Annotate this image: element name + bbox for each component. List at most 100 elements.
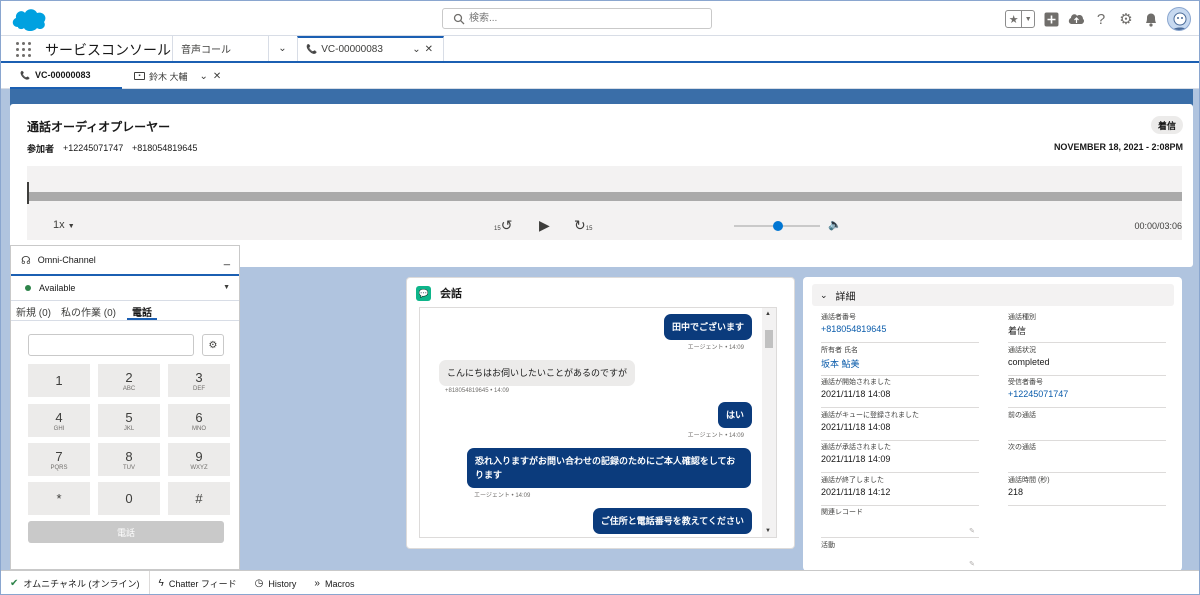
player-title: 通話オーディオプレーヤー xyxy=(27,120,171,134)
play-button[interactable]: ▶ xyxy=(539,217,550,234)
nav-tab-vc-00000083[interactable]: 📞 VC-00000083 ⌄✕ xyxy=(297,36,444,61)
keypad-key[interactable]: # xyxy=(168,482,230,515)
salesforce-logo[interactable] xyxy=(10,5,48,32)
utility-chatter-feed[interactable]: ϟ Chatter フィード xyxy=(150,571,246,594)
search-input[interactable] xyxy=(469,10,699,27)
keypad-key[interactable]: 6 MNO xyxy=(168,404,230,437)
call-button[interactable]: 電話 xyxy=(28,521,224,543)
utility-history[interactable]: ◷ History xyxy=(246,571,306,594)
key-letters: DEF xyxy=(193,385,205,392)
rewind-icon: ↺ xyxy=(500,217,513,233)
key-letters: WXYZ xyxy=(190,464,208,471)
phone-number-input[interactable] xyxy=(28,334,194,356)
chevron-down-icon: ▼ xyxy=(67,223,75,230)
detail-field: 次の通話 xyxy=(1008,442,1166,473)
scroll-up-icon[interactable]: ▲ xyxy=(765,311,771,317)
key-letters: JKL xyxy=(123,425,135,432)
audio-waveform[interactable] xyxy=(27,166,1182,212)
presence-status-select[interactable]: Available ▼ xyxy=(11,276,239,301)
field-value-link[interactable]: +12245071747 xyxy=(1008,389,1166,401)
minimize-icon[interactable]: _ xyxy=(224,254,230,266)
field-value: 2021/11/18 14:09 xyxy=(821,454,891,464)
utility-label: History xyxy=(268,578,297,589)
keypad-key[interactable]: 5 JKL xyxy=(98,404,160,437)
keypad-key[interactable]: 8 TUV xyxy=(98,443,160,476)
phone-icon: 📞 xyxy=(306,44,318,54)
chat-transcript[interactable]: 田中でございます エージェント • 14:09 こんにちはお伺いしたいことがある… xyxy=(419,307,777,538)
key-letters: TUV xyxy=(123,464,135,471)
global-search[interactable] xyxy=(442,8,712,29)
keypad-key[interactable]: 9 WXYZ xyxy=(168,443,230,476)
notifications-bell-icon[interactable] xyxy=(1142,10,1160,28)
utility-bar: ✔ オムニチャネル (オンライン) ϟ Chatter フィード ◷ Histo… xyxy=(1,570,1199,594)
key-digit: 6 xyxy=(195,409,203,425)
utility-omni-channel[interactable]: ✔ オムニチャネル (オンライン) xyxy=(1,571,150,594)
tab-new[interactable]: 新規 (0) xyxy=(11,301,56,320)
keypad-key[interactable]: 0 xyxy=(98,482,160,515)
field-value-link[interactable]: 坂本 鮎美 xyxy=(821,357,979,369)
participant-number: +12245071747 xyxy=(63,143,124,153)
utility-label: オムニチャネル (オンライン) xyxy=(23,579,140,589)
utility-macros[interactable]: » Macros xyxy=(305,571,363,594)
keypad-key[interactable]: 4 GHI xyxy=(28,404,90,437)
subtab-contact[interactable]: ▪ 鈴木 大輔 ⌄✕ xyxy=(134,63,234,89)
field-label: 通話が終了しました xyxy=(821,476,884,484)
tab-my-work[interactable]: 私の作業 (0) xyxy=(56,301,121,320)
chevron-down-icon: ▼ xyxy=(223,284,230,291)
playhead[interactable] xyxy=(27,182,29,204)
waveform-track xyxy=(27,192,1182,201)
skip-forward-button[interactable]: ↻15 xyxy=(574,217,592,234)
subtab-vc-00000083[interactable]: 📞 VC-00000083 xyxy=(10,63,122,89)
chat-icon: 💬 xyxy=(416,285,431,301)
edit-pencil-icon[interactable]: ✎ xyxy=(969,560,975,568)
participants-label: 参加者 xyxy=(27,144,55,154)
skip-back-button[interactable]: 15↺ xyxy=(494,217,512,234)
field-label: 通話がキューに登録されました xyxy=(821,411,919,419)
volume-knob[interactable] xyxy=(773,221,783,231)
field-value-link[interactable]: +818054819645 xyxy=(821,324,979,336)
key-digit: 4 xyxy=(55,409,63,425)
nav-tab-menu-chevron-icon[interactable]: ⌄ xyxy=(268,36,296,61)
keypad-key[interactable]: 7 PQRS xyxy=(28,443,90,476)
clock-icon: ◷ xyxy=(254,578,264,589)
field-label: 通話時間 (秒) xyxy=(1008,476,1050,484)
edit-pencil-icon[interactable]: ✎ xyxy=(969,527,975,535)
detail-field: 前の通話 xyxy=(1008,410,1166,441)
nav-tab-label: VC-00000083 xyxy=(321,44,383,55)
trailhead-cloud-icon[interactable] xyxy=(1067,10,1085,28)
chevron-down-icon[interactable]: ⌄ xyxy=(200,71,213,82)
field-value xyxy=(1008,422,1166,434)
chevron-down-icon[interactable]: ⌄ xyxy=(412,44,424,55)
nav-tab-voice-call[interactable]: 音声コール xyxy=(172,36,268,61)
app-launcher-icon[interactable] xyxy=(16,42,31,57)
gear-icon[interactable]: ⚙ xyxy=(202,334,224,356)
tab-phone[interactable]: 電話 xyxy=(127,301,157,320)
detail-field: 通話が開始されました 2021/11/18 14:08 xyxy=(821,377,979,408)
key-letters: ABC xyxy=(122,385,136,392)
double-chevron-icon: » xyxy=(314,578,320,589)
global-actions-icon[interactable] xyxy=(1042,10,1060,28)
user-avatar[interactable] xyxy=(1167,7,1191,31)
gear-icon[interactable]: ⚙ xyxy=(1117,10,1135,28)
scroll-thumb[interactable] xyxy=(765,330,773,348)
details-section-header[interactable]: ⌄ 詳細 xyxy=(812,284,1174,306)
keypad-key[interactable]: 1 xyxy=(28,364,90,397)
detail-field: 通話が承話されました 2021/11/18 14:09 xyxy=(821,442,979,473)
chat-scrollbar[interactable]: ▲ ▼ xyxy=(762,308,776,537)
field-value: 218 xyxy=(1008,486,1024,497)
subtab-bar: 📞 VC-00000083 ▪ 鈴木 大輔 ⌄✕ xyxy=(1,63,1199,89)
help-icon[interactable]: ? xyxy=(1092,10,1110,28)
favorites-button[interactable]: ★ ▼ xyxy=(1005,10,1035,28)
field-label: 前の通話 xyxy=(1008,411,1036,419)
keypad-key[interactable]: 2 ABC xyxy=(98,364,160,397)
close-icon[interactable]: ✕ xyxy=(425,44,437,55)
playback-speed-select[interactable]: 1x ▼ xyxy=(53,219,75,231)
volume-slider[interactable] xyxy=(734,221,820,231)
keypad-key[interactable]: 3 DEF xyxy=(168,364,230,397)
field-label: 関連レコード xyxy=(821,509,863,516)
scroll-down-icon[interactable]: ▼ xyxy=(765,528,771,534)
field-label: 受信者番号 xyxy=(1008,379,1043,386)
close-icon[interactable]: ✕ xyxy=(213,71,226,82)
speaker-icon[interactable]: 🔈 xyxy=(828,218,842,231)
keypad-key[interactable]: * xyxy=(28,482,90,515)
